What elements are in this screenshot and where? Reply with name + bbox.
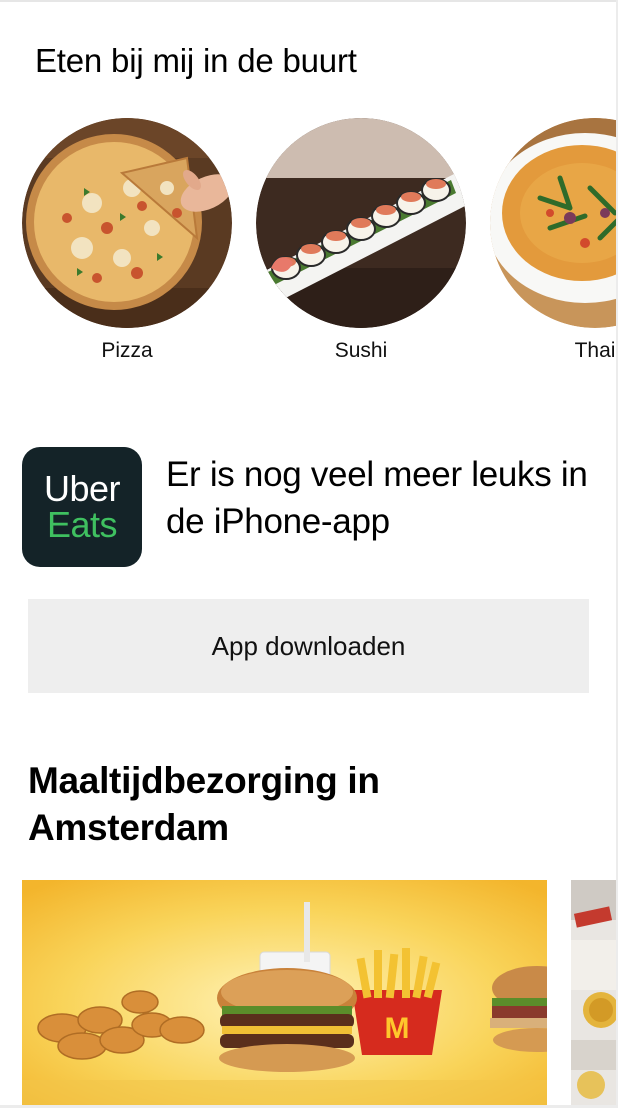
category-sushi[interactable]: Sushi — [256, 118, 466, 364]
restaurant-card[interactable] — [571, 880, 616, 1106]
thai-curry-image — [490, 118, 616, 328]
restaurant-card[interactable]: M M — [22, 880, 547, 1106]
delivery-section-title: Maaltijdbezorging in Amsterdam — [28, 760, 380, 848]
category-label: Pizza — [101, 339, 153, 362]
app-download-button[interactable]: App downloaden — [28, 599, 589, 693]
category-label: Sushi — [334, 339, 388, 362]
nearby-section-title: Eten bij mij in de buurt — [35, 42, 357, 79]
sushi-image — [256, 118, 466, 328]
app-logo-text: Uber — [43, 468, 121, 509]
mcdonalds-meal-image: M M — [22, 880, 547, 1106]
app-promo-text: Er is nog veel meer leuks in de iPhone-a… — [166, 455, 588, 541]
svg-text:M: M — [385, 1012, 410, 1045]
pizza-image — [22, 118, 232, 328]
restaurant-image — [571, 880, 616, 1106]
category-pizza[interactable]: Pizza — [22, 118, 232, 364]
app-logo-text: Eats — [46, 504, 118, 545]
uber-eats-app-icon: Uber Eats — [22, 447, 142, 567]
top-divider — [0, 0, 618, 2]
category-carousel[interactable]: Pizza Sushi Thai — [0, 118, 616, 378]
category-thai[interactable]: Thai — [490, 118, 616, 364]
category-label: Thai — [574, 339, 616, 362]
